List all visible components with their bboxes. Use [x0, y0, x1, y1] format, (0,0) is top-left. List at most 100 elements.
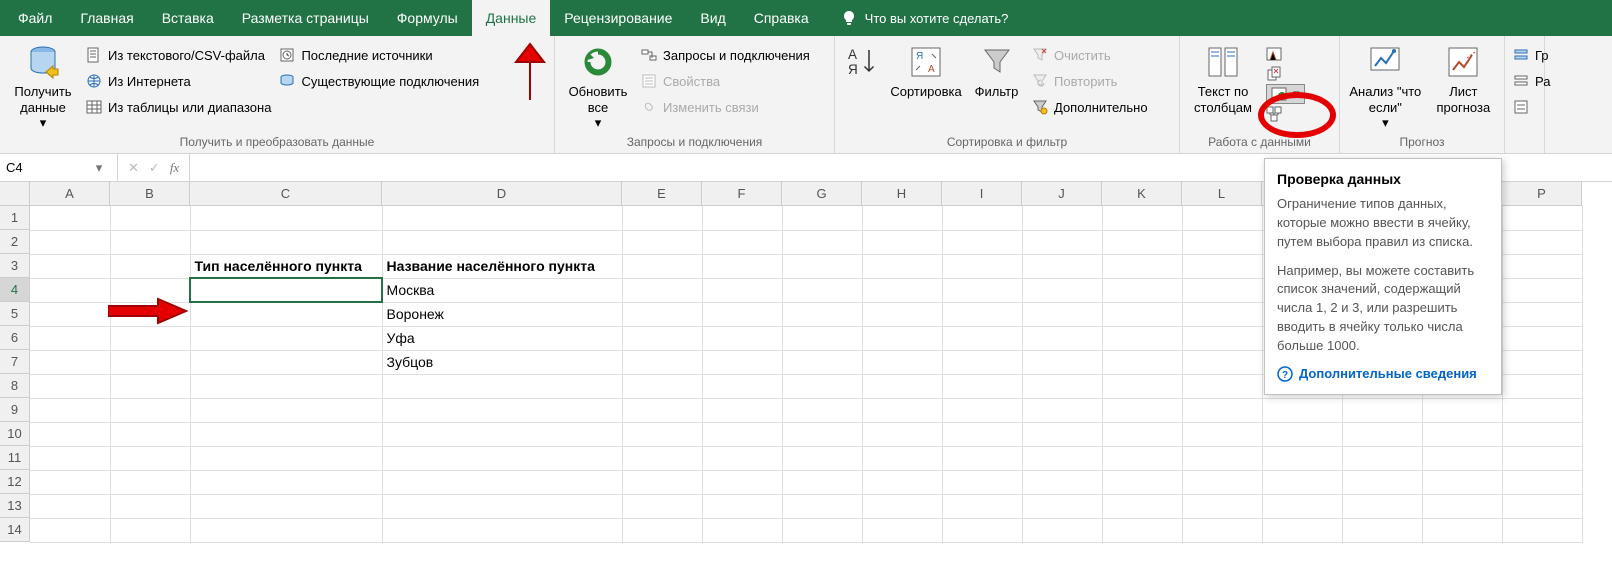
cell-C4[interactable]: [190, 278, 382, 302]
cell-I2[interactable]: [942, 230, 1022, 254]
row-header-9[interactable]: 9: [0, 398, 30, 422]
row-header-14[interactable]: 14: [0, 518, 30, 542]
cell-G12[interactable]: [782, 470, 862, 494]
cell-M13[interactable]: [1262, 494, 1342, 518]
cell-B3[interactable]: [110, 254, 190, 278]
column-header-F[interactable]: F: [702, 182, 782, 206]
cell-L6[interactable]: [1182, 326, 1262, 350]
cell-F3[interactable]: [702, 254, 782, 278]
cell-E8[interactable]: [622, 374, 702, 398]
cell-D6[interactable]: Уфа: [382, 326, 622, 350]
column-header-P[interactable]: P: [1502, 182, 1582, 206]
cell-D13[interactable]: [382, 494, 622, 518]
row-header-12[interactable]: 12: [0, 470, 30, 494]
cell-O11[interactable]: [1422, 446, 1502, 470]
row-header-7[interactable]: 7: [0, 350, 30, 374]
cell-I8[interactable]: [942, 374, 1022, 398]
column-header-G[interactable]: G: [782, 182, 862, 206]
cell-F6[interactable]: [702, 326, 782, 350]
cell-I14[interactable]: [942, 518, 1022, 542]
cell-P12[interactable]: [1502, 470, 1582, 494]
cell-E12[interactable]: [622, 470, 702, 494]
cell-L5[interactable]: [1182, 302, 1262, 326]
cell-P11[interactable]: [1502, 446, 1582, 470]
cell-J6[interactable]: [1022, 326, 1102, 350]
tooltip-more-link[interactable]: ? Дополнительные сведения: [1277, 366, 1489, 382]
cell-M14[interactable]: [1262, 518, 1342, 542]
cell-J3[interactable]: [1022, 254, 1102, 278]
cell-K10[interactable]: [1102, 422, 1182, 446]
flash-fill-button[interactable]: [1266, 44, 1305, 64]
cell-L4[interactable]: [1182, 278, 1262, 302]
cell-M11[interactable]: [1262, 446, 1342, 470]
cell-B7[interactable]: [110, 350, 190, 374]
cell-C1[interactable]: [190, 206, 382, 230]
cell-A4[interactable]: [30, 278, 110, 302]
get-data-button[interactable]: Получить данные ▾: [8, 40, 78, 131]
cell-P2[interactable]: [1502, 230, 1582, 254]
cell-E2[interactable]: [622, 230, 702, 254]
cell-F13[interactable]: [702, 494, 782, 518]
row-header-8[interactable]: 8: [0, 374, 30, 398]
cell-F9[interactable]: [702, 398, 782, 422]
cell-H10[interactable]: [862, 422, 942, 446]
tab-home[interactable]: Главная: [66, 0, 147, 36]
cell-I5[interactable]: [942, 302, 1022, 326]
column-header-D[interactable]: D: [382, 182, 622, 206]
column-header-A[interactable]: A: [30, 182, 110, 206]
cell-O10[interactable]: [1422, 422, 1502, 446]
column-header-K[interactable]: K: [1102, 182, 1182, 206]
cell-I7[interactable]: [942, 350, 1022, 374]
cell-C13[interactable]: [190, 494, 382, 518]
cell-E4[interactable]: [622, 278, 702, 302]
cell-I13[interactable]: [942, 494, 1022, 518]
cell-K7[interactable]: [1102, 350, 1182, 374]
cell-N12[interactable]: [1342, 470, 1422, 494]
tab-formulas[interactable]: Формулы: [383, 0, 472, 36]
cell-N10[interactable]: [1342, 422, 1422, 446]
cell-B12[interactable]: [110, 470, 190, 494]
cell-J4[interactable]: [1022, 278, 1102, 302]
cell-L10[interactable]: [1182, 422, 1262, 446]
cell-E11[interactable]: [622, 446, 702, 470]
cell-J2[interactable]: [1022, 230, 1102, 254]
forecast-sheet-button[interactable]: Лист прогноза: [1431, 40, 1496, 115]
cell-L12[interactable]: [1182, 470, 1262, 494]
cell-J7[interactable]: [1022, 350, 1102, 374]
row-header-1[interactable]: 1: [0, 206, 30, 230]
tab-data[interactable]: Данные: [472, 0, 551, 36]
cell-B11[interactable]: [110, 446, 190, 470]
cell-L13[interactable]: [1182, 494, 1262, 518]
cell-A10[interactable]: [30, 422, 110, 446]
tab-review[interactable]: Рецензирование: [550, 0, 686, 36]
cell-P14[interactable]: [1502, 518, 1582, 542]
cell-K2[interactable]: [1102, 230, 1182, 254]
cell-A7[interactable]: [30, 350, 110, 374]
tab-insert[interactable]: Вставка: [148, 0, 228, 36]
cell-I12[interactable]: [942, 470, 1022, 494]
cell-H11[interactable]: [862, 446, 942, 470]
cell-C7[interactable]: [190, 350, 382, 374]
cell-H7[interactable]: [862, 350, 942, 374]
subtotal-button-partial[interactable]: [1513, 96, 1550, 118]
cell-D12[interactable]: [382, 470, 622, 494]
cell-G10[interactable]: [782, 422, 862, 446]
cell-P8[interactable]: [1502, 374, 1582, 398]
cell-L2[interactable]: [1182, 230, 1262, 254]
insert-function-icon[interactable]: fx: [170, 160, 179, 176]
cell-D5[interactable]: Воронеж: [382, 302, 622, 326]
column-header-J[interactable]: J: [1022, 182, 1102, 206]
cell-P6[interactable]: [1502, 326, 1582, 350]
cell-L11[interactable]: [1182, 446, 1262, 470]
cell-J12[interactable]: [1022, 470, 1102, 494]
refresh-all-button[interactable]: Обновить все ▾: [563, 40, 633, 131]
cell-F12[interactable]: [702, 470, 782, 494]
cell-P7[interactable]: [1502, 350, 1582, 374]
cell-P1[interactable]: [1502, 206, 1582, 230]
column-header-B[interactable]: B: [110, 182, 190, 206]
cell-H9[interactable]: [862, 398, 942, 422]
cell-D2[interactable]: [382, 230, 622, 254]
cell-C14[interactable]: [190, 518, 382, 542]
recent-sources-button[interactable]: Последние источники: [279, 44, 479, 66]
cell-N13[interactable]: [1342, 494, 1422, 518]
